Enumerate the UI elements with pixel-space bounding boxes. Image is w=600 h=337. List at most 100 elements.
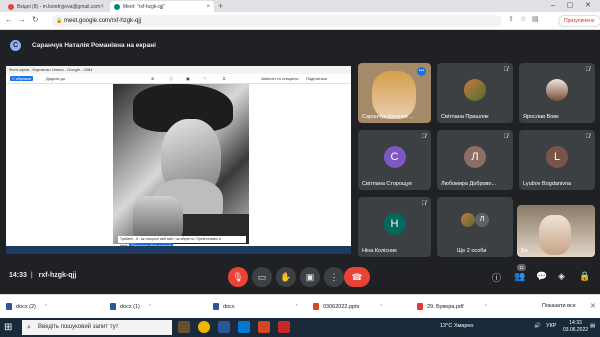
url-text: meet.google.com/rxf-hzgk-qjj bbox=[64, 18, 142, 24]
reload-icon[interactable]: ↻ bbox=[32, 15, 39, 24]
zoom-icon: ⊕ bbox=[151, 76, 155, 81]
participant-avatar bbox=[546, 79, 568, 101]
url-field[interactable]: 🔒 meet.google.com/rxf-hzgk-qjj bbox=[52, 15, 502, 27]
close-icon[interactable]: × bbox=[100, 4, 104, 10]
more-options-button[interactable]: ⋮ bbox=[324, 267, 344, 287]
mic-off-icon: 🎙̸ bbox=[421, 201, 427, 207]
heart-icon: ♡ bbox=[203, 76, 207, 81]
new-tab-button[interactable]: + bbox=[218, 1, 223, 11]
close-window-icon[interactable]: ✕ bbox=[581, 0, 595, 12]
word-file-icon bbox=[6, 303, 12, 310]
browser-tab-meet[interactable]: Meet: "rxf-hzgk-qjj" × bbox=[110, 1, 214, 12]
task-view-icon[interactable] bbox=[178, 321, 190, 333]
acrobat-icon[interactable] bbox=[278, 321, 290, 333]
participant-name: Ярослав Вовк bbox=[523, 114, 559, 120]
star-icon[interactable]: ☆ bbox=[520, 15, 526, 23]
raise-hand-button[interactable]: ✋ bbox=[276, 267, 296, 287]
chevron-up-icon[interactable]: ⌃ bbox=[379, 304, 383, 310]
back-icon[interactable]: ← bbox=[5, 15, 13, 24]
self-view-tile[interactable]: Ви bbox=[517, 205, 595, 257]
participant-tile[interactable]: L 🎙̸ Lyubov Bogdanivna bbox=[519, 130, 595, 190]
chevron-up-icon[interactable]: ⌃ bbox=[484, 304, 488, 310]
chrome-icon[interactable] bbox=[198, 321, 210, 333]
participant-tile[interactable]: Л 🎙̸ Любомира Доброво... bbox=[437, 130, 513, 190]
participant-name: Lyubov Bogdanivna bbox=[523, 181, 572, 187]
download-item[interactable]: 03062022.pptx ⌃ bbox=[313, 303, 384, 310]
tab-label: Вхідні (8) - m.kondryjeva@gmail.com bbox=[17, 3, 101, 10]
mic-off-icon: 🎙̸ bbox=[503, 134, 509, 140]
host-controls-icon[interactable]: 🔒 bbox=[579, 271, 590, 282]
mic-off-icon: 🎙̸ bbox=[585, 134, 591, 140]
share-icon[interactable]: ⇪ bbox=[508, 15, 514, 23]
extensions-icon[interactable]: ▤ bbox=[532, 15, 539, 23]
shared-tool-right2: Поділитися bbox=[306, 76, 328, 81]
participant-name: Саранчук Наталія ... bbox=[362, 114, 414, 120]
portrait-photo bbox=[113, 84, 249, 244]
volume-icon[interactable]: 🔊 bbox=[534, 323, 541, 329]
browser-tab-gmail[interactable]: Вхідні (8) - m.kondryjeva@gmail.com × bbox=[4, 1, 108, 12]
maximize-icon[interactable]: ▢ bbox=[563, 0, 577, 12]
language-indicator[interactable]: УКР bbox=[546, 323, 556, 329]
pdf-file-icon bbox=[417, 303, 423, 310]
download-item[interactable]: 29. Бувера.pdf ⌃ bbox=[417, 303, 488, 310]
edge-icon[interactable] bbox=[238, 321, 250, 333]
show-all-downloads-button[interactable]: Показати все bbox=[542, 303, 576, 309]
taskbar-clock[interactable]: 14:33 03.06.2022 bbox=[563, 320, 588, 334]
leave-call-button[interactable]: ☎ bbox=[344, 267, 370, 287]
info-icon[interactable]: ⓘ bbox=[492, 271, 501, 284]
close-icon[interactable]: ✕ bbox=[590, 302, 596, 310]
shared-tool-left: У збірники bbox=[10, 76, 34, 81]
taskbar-search-box[interactable]: ⌕ Введіть пошуковий запит тут bbox=[22, 320, 172, 335]
self-photo bbox=[539, 215, 571, 255]
participant-tile[interactable]: 🎙̸ Ярослав Вовк bbox=[519, 63, 595, 123]
shared-screen[interactable]: Фото-архів - Корнієнко Олеся - Google - … bbox=[6, 66, 351, 254]
forward-icon[interactable]: → bbox=[18, 15, 26, 24]
mic-off-icon: 🎙̸ bbox=[503, 67, 509, 73]
participant-name: Ви bbox=[521, 248, 528, 254]
participant-tile[interactable]: Н 🎙̸ Ніна Колісник bbox=[358, 197, 431, 257]
windows-start-icon[interactable]: ⊞ bbox=[4, 321, 12, 334]
meet-icon bbox=[114, 3, 120, 10]
participant-initial: Н bbox=[383, 213, 406, 235]
sharing-notice: Тумбаніт - 8 - як створити свій сайт / я… bbox=[118, 236, 246, 248]
word-icon[interactable] bbox=[218, 321, 230, 333]
mic-toggle-button[interactable]: 🎙 bbox=[228, 267, 248, 287]
participant-photo bbox=[372, 71, 416, 119]
download-item[interactable]: docx (1) ⌃ bbox=[110, 303, 152, 310]
meeting-info: 14:33 | rxf-hzgk-qjj bbox=[9, 272, 77, 279]
word-file-icon bbox=[213, 303, 219, 310]
participant-name: Світлана Пришляк bbox=[441, 114, 489, 120]
more-participants-tile[interactable]: Л Ще 2 особи bbox=[437, 197, 513, 257]
chevron-up-icon[interactable]: ⌃ bbox=[148, 304, 152, 310]
close-icon[interactable]: × bbox=[206, 4, 210, 10]
word-file-icon bbox=[110, 303, 116, 310]
participant-name: Любомира Доброво... bbox=[441, 181, 497, 187]
participant-name: Світлана Сторощук bbox=[362, 181, 412, 187]
shared-window-title: Фото-архів - Корнієнко Олеся - Google - … bbox=[6, 66, 351, 74]
paused-profile-button[interactable]: Призупинено bbox=[558, 15, 600, 27]
participant-tile[interactable]: 🎙̸ Світлана Пришляк bbox=[437, 63, 513, 123]
participant-avatar bbox=[464, 79, 486, 101]
chevron-up-icon[interactable]: ⌃ bbox=[295, 304, 299, 310]
people-icon[interactable]: 👥 bbox=[514, 271, 525, 282]
meeting-code: rxf-hzgk-qjj bbox=[38, 272, 77, 279]
participant-tile[interactable]: С 🎙̸ Світлана Сторощук bbox=[358, 130, 431, 190]
download-item[interactable]: docx (2) ⌃ bbox=[6, 303, 48, 310]
present-icon: ▣ bbox=[305, 272, 315, 282]
participant-tile[interactable]: ••• Саранчук Наталія ... bbox=[358, 63, 431, 123]
activities-icon[interactable]: ◈ bbox=[558, 271, 565, 282]
minimize-icon[interactable]: – bbox=[546, 0, 560, 12]
shared-taskbar bbox=[6, 246, 351, 254]
chevron-up-icon[interactable]: ⌃ bbox=[44, 304, 48, 310]
download-item[interactable]: docx ⌃ bbox=[213, 303, 299, 310]
notifications-icon[interactable]: ▤ bbox=[590, 323, 595, 329]
chat-icon[interactable]: 💬 bbox=[536, 271, 547, 282]
camera-icon: ▭ bbox=[257, 272, 267, 282]
present-button[interactable]: ▣ bbox=[300, 267, 320, 287]
mic-off-icon: 🎙̸ bbox=[585, 67, 591, 73]
info-icon: ⓘ bbox=[169, 76, 173, 81]
participant-initial: Л bbox=[475, 213, 489, 227]
speaking-icon: ••• bbox=[417, 67, 426, 76]
powerpoint-icon[interactable] bbox=[258, 321, 270, 333]
camera-toggle-button[interactable]: ▭ bbox=[252, 267, 272, 287]
